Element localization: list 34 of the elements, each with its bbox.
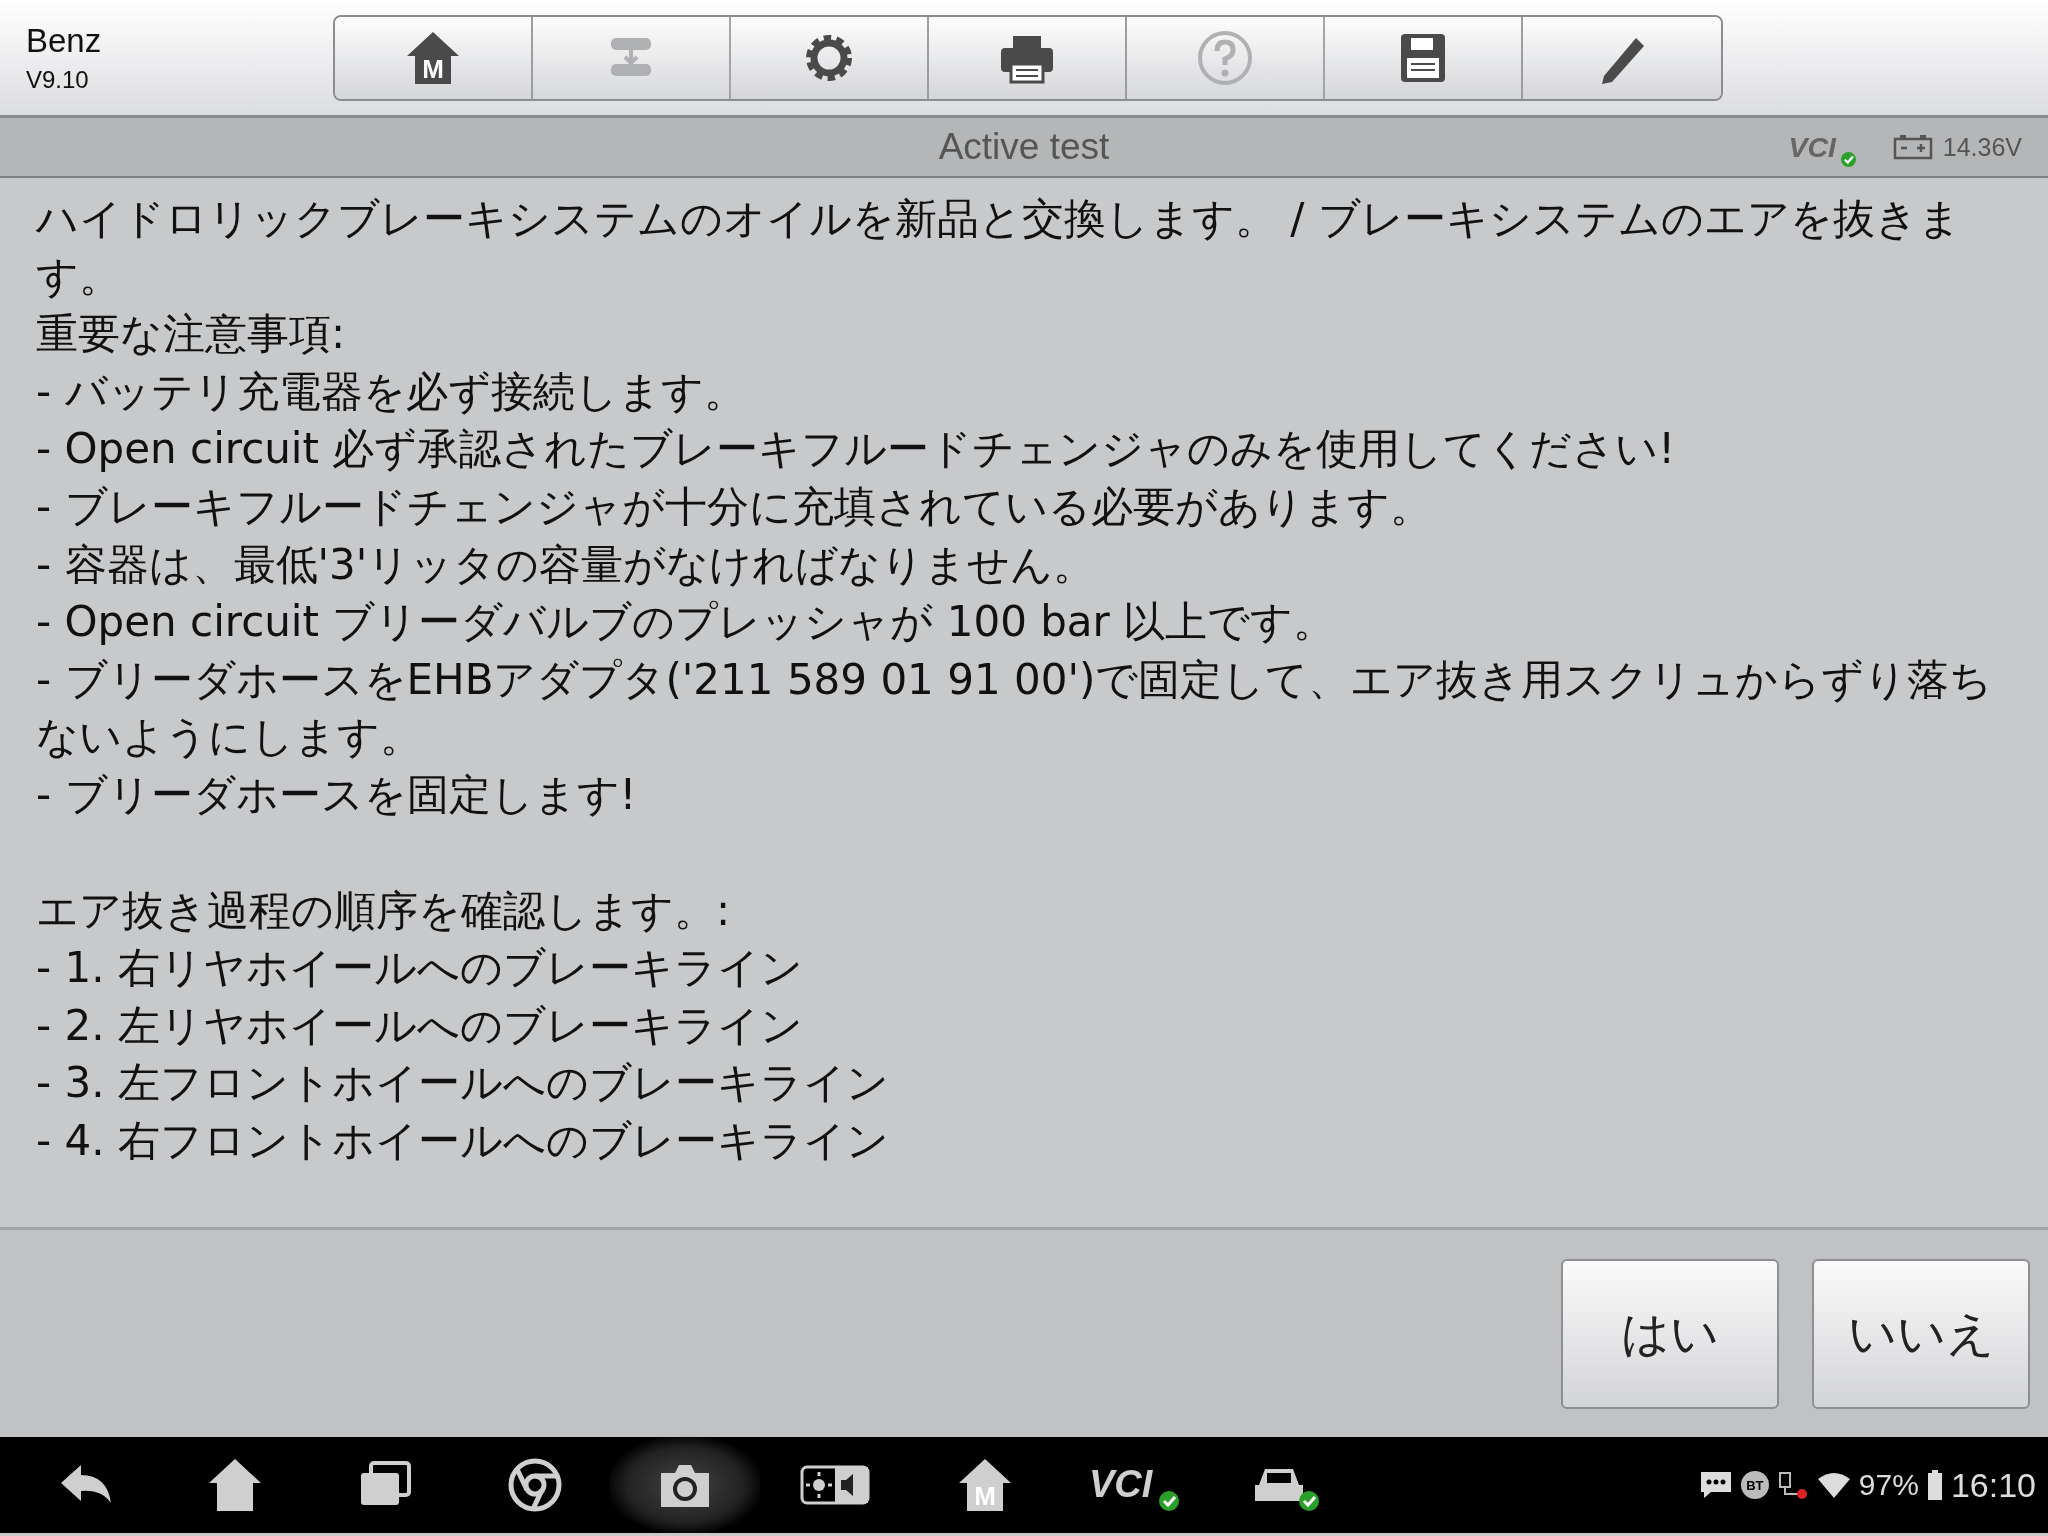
dialog-button[interactable]: いいえ [1812,1258,2030,1409]
message-line: - Open circuit 必ず承認されたブレーキフルードチェンジャのみを使用してください! [36,423,1677,476]
dialog-button[interactable]: はい [1561,1258,1779,1409]
toolbar-button[interactable] [1325,16,1523,99]
message-line: - 1. 右リヤホイールへのブレーキライン [36,942,804,995]
clock: 16:10 [1950,1465,2036,1505]
battery-icon [1926,1470,1943,1500]
toolbar-button[interactable] [731,16,929,99]
screen-title: Active test [938,126,1110,168]
toolbar-button[interactable] [1523,16,1721,99]
toolbar-button[interactable] [929,16,1127,99]
message-line: - 3. 左フロントホイールへのブレーキライン [36,1057,890,1110]
message-line: - ブレーキフルードチェンジャが十分に充填されている必要があります。 [36,480,1433,533]
message-line: 重要な注意事項: [36,308,347,361]
battery-percent: 97% [1858,1468,1919,1502]
voltage-reading: 14.36V [1942,132,2022,162]
message-line: - 2. 左リヤホイールへのブレーキライン [36,999,804,1052]
message-line: - ブリーダホースをEHBアダプタ('211 589 01 91 00')で固定して、エア抜き用スクリュからずり落ちないようにします。 [36,653,1994,764]
nav-button[interactable]: VCI [1060,1437,1210,1533]
message-line: - 容器は、最低'3'リッタの容量がなければなりません。 [36,538,1097,591]
bluetooth-indicator: BT [1740,1471,1769,1499]
chat-icon [1698,1470,1733,1500]
toolbar-button[interactable]: M [335,16,533,99]
network-icon [1776,1470,1809,1500]
message-line: ハイドロリックブレーキシステムのオイルを新品と交換します。 / ブレーキシステムのエアを抜きます。 [36,193,1962,303]
message-line: エア抜き過程の順序を確認します。: [36,884,732,937]
wifi-icon [1816,1471,1851,1499]
message-line: - Open circuit ブリーダバルブのプレッシャが 100 bar 以上です。 [36,596,1337,649]
version-label: V9.10 [26,65,90,94]
message-line: - 4. 右フロントホイールへのブレーキライン [36,1114,890,1167]
message-line: - バッテリ充電器を必ず接続します。 [36,365,747,418]
message-line: - ブリーダホースを固定します! [36,768,638,821]
battery-icon [1892,134,1933,160]
vehicle-name: Benz [26,21,103,60]
